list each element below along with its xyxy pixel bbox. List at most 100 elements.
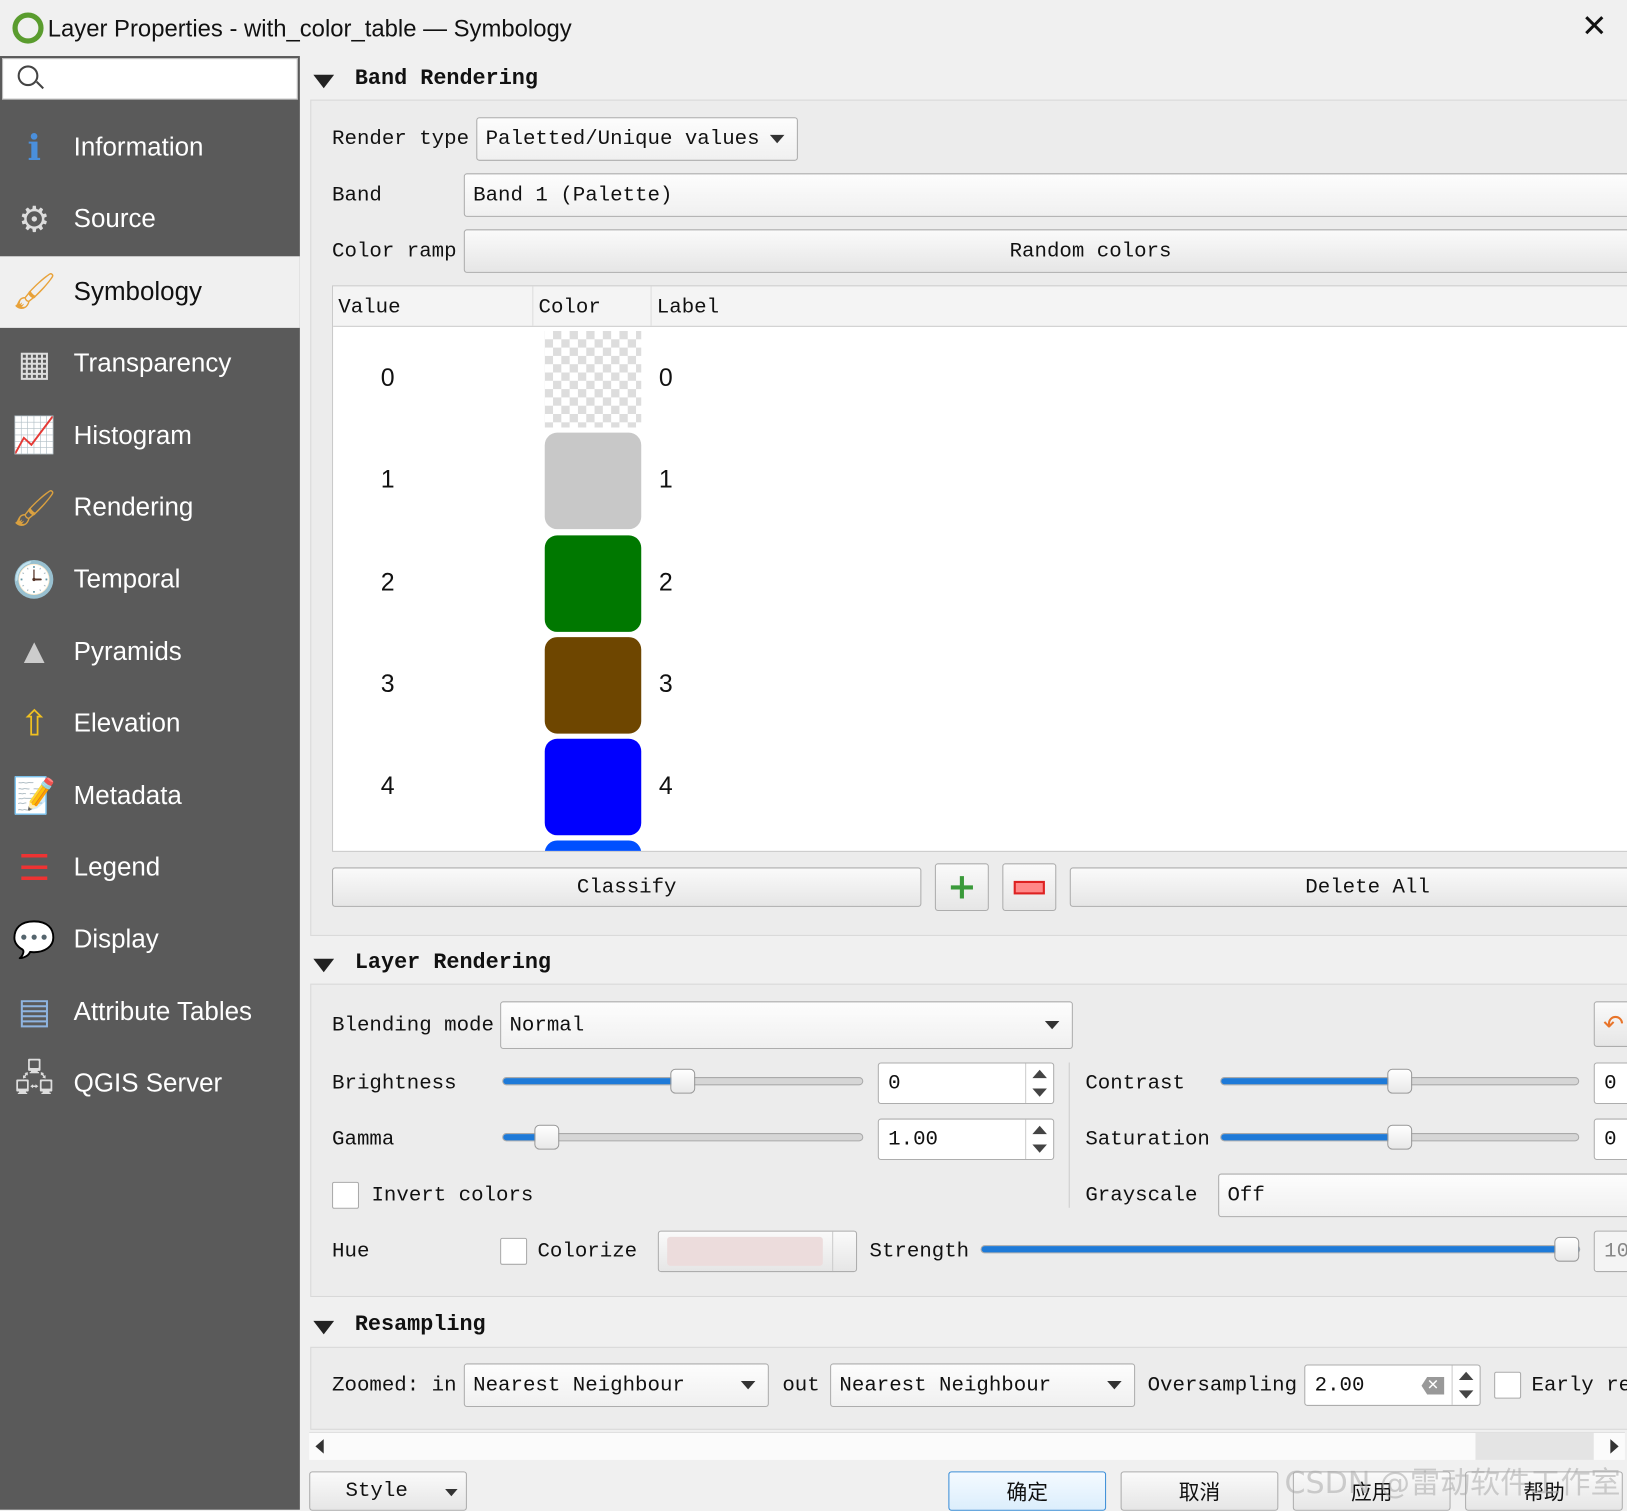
invert-colors-checkbox[interactable] xyxy=(332,1181,360,1209)
display-icon: 💬 xyxy=(12,920,57,960)
contrast-input[interactable]: 0 xyxy=(1593,1062,1627,1105)
sidebar-item-pyramids[interactable]: ▲ Pyramids xyxy=(0,616,300,688)
collapse-band-rendering-icon[interactable] xyxy=(313,74,335,89)
rendering-icon: 🖌 xyxy=(11,488,57,528)
oversampling-input[interactable]: 2.00 ✕ xyxy=(1304,1364,1481,1406)
sidebar-item-label: Information xyxy=(73,132,204,162)
classify-button[interactable]: Classify xyxy=(332,867,922,907)
zoomed-out-label: out xyxy=(782,1373,820,1398)
horizontal-scrollbar[interactable] xyxy=(309,1431,1625,1460)
cell-label[interactable]: 1 xyxy=(659,466,673,495)
cell-label[interactable]: 0 xyxy=(659,364,673,393)
cell-value[interactable]: 0 xyxy=(381,364,395,393)
cancel-button[interactable]: 取消 xyxy=(1120,1471,1279,1511)
early-resampling-label: Early re xyxy=(1531,1373,1627,1398)
search-input[interactable] xyxy=(2,58,298,100)
cell-label[interactable]: 3 xyxy=(659,670,673,699)
band-rendering-title: Band Rendering xyxy=(354,67,538,92)
sidebar-item-metadata[interactable]: 📝 Metadata xyxy=(0,760,300,832)
metadata-icon: 📝 xyxy=(12,776,57,816)
blending-mode-select[interactable]: Normal xyxy=(500,1001,1073,1050)
color-swatch[interactable] xyxy=(544,840,642,851)
minus-icon xyxy=(1013,880,1045,894)
sidebar-item-source[interactable]: ⚙ Source xyxy=(0,184,300,256)
table-icon: ▤ xyxy=(17,992,51,1032)
brightness-input[interactable]: 0 xyxy=(877,1062,1055,1105)
color-swatch[interactable] xyxy=(544,636,642,734)
zoomed-in-label: Zoomed: in xyxy=(332,1373,457,1398)
grayscale-select[interactable]: Off xyxy=(1218,1173,1627,1218)
contrast-slider[interactable] xyxy=(1220,1068,1580,1094)
sidebar-item-label: Elevation xyxy=(73,708,181,738)
close-icon[interactable]: ✕ xyxy=(1581,8,1607,44)
color-ramp-button[interactable]: Random colors xyxy=(463,229,1627,273)
oversampling-label: Oversampling xyxy=(1147,1373,1298,1398)
sidebar-item-rendering[interactable]: 🖌 Rendering xyxy=(0,472,300,544)
watermark: CSDN @雷动软件工作室 xyxy=(1284,1465,1621,1501)
color-swatch[interactable] xyxy=(544,738,642,836)
gamma-slider[interactable] xyxy=(502,1124,864,1150)
cell-label[interactable]: 4 xyxy=(659,772,673,801)
sidebar-item-attribute-tables[interactable]: ▤ Attribute Tables xyxy=(0,976,300,1048)
colorize-checkbox[interactable] xyxy=(500,1237,528,1265)
color-swatch[interactable] xyxy=(544,432,642,530)
invert-colors-label: Invert colors xyxy=(371,1183,534,1208)
grayscale-label: Grayscale xyxy=(1085,1183,1198,1208)
cell-value[interactable]: 1 xyxy=(381,466,395,495)
ok-button[interactable]: 确定 xyxy=(948,1471,1107,1511)
sidebar-item-label: Legend xyxy=(73,852,161,882)
sidebar-item-temporal[interactable]: 🕒 Temporal xyxy=(0,544,300,616)
strength-label: Strength xyxy=(869,1239,970,1264)
sidebar-item-transparency[interactable]: ▦ Transparency xyxy=(0,328,300,400)
color-swatch[interactable] xyxy=(544,534,642,632)
sidebar-item-label: Symbology xyxy=(73,276,202,306)
saturation-slider[interactable] xyxy=(1220,1124,1580,1150)
collapse-layer-rendering-icon[interactable] xyxy=(313,958,335,973)
sidebar-item-label: QGIS Server xyxy=(73,1068,223,1098)
render-type-select[interactable]: Paletted/Unique values xyxy=(476,117,798,161)
collapse-resampling-icon[interactable] xyxy=(313,1320,335,1335)
band-select[interactable]: Band 1 (Palette) xyxy=(463,173,1627,217)
sidebar-item-qgis-server[interactable]: 🖧 QGIS Server xyxy=(0,1048,300,1120)
colorize-color-button[interactable] xyxy=(657,1230,858,1273)
scrollbar-thumb[interactable] xyxy=(1475,1432,1594,1460)
early-resampling-checkbox[interactable] xyxy=(1494,1371,1522,1399)
saturation-label: Saturation xyxy=(1085,1127,1210,1152)
sidebar-item-symbology[interactable]: 🖌 Symbology xyxy=(0,256,300,328)
transparency-icon: ▦ xyxy=(17,344,51,384)
clear-icon[interactable]: ✕ xyxy=(1421,1376,1445,1395)
sidebar-item-legend[interactable]: ☰ Legend xyxy=(0,832,300,904)
sidebar-item-elevation[interactable]: ⇧ Elevation xyxy=(0,688,300,760)
colorize-label: Colorize xyxy=(537,1239,638,1264)
cell-value[interactable]: 2 xyxy=(381,568,395,597)
cell-label[interactable]: 2 xyxy=(659,568,673,597)
color-swatch[interactable] xyxy=(544,330,642,428)
sidebar-item-histogram[interactable]: 📈 Histogram xyxy=(0,400,300,472)
cell-value[interactable]: 3 xyxy=(381,670,395,699)
sidebar-item-label: Transparency xyxy=(73,348,232,378)
qgis-logo xyxy=(12,12,44,44)
sidebar-item-label: Histogram xyxy=(73,420,192,450)
delete-all-button[interactable]: Delete All xyxy=(1069,867,1627,907)
brightness-slider[interactable] xyxy=(502,1068,864,1094)
gamma-input[interactable]: 1.00 xyxy=(877,1118,1055,1161)
saturation-input[interactable]: 0 xyxy=(1593,1118,1627,1161)
strength-input[interactable]: 10 xyxy=(1593,1230,1627,1273)
zoomed-in-select[interactable]: Nearest Neighbour xyxy=(463,1363,769,1407)
sidebar-item-information[interactable]: ℹ Information xyxy=(0,112,300,184)
style-menu-button[interactable]: Style xyxy=(309,1471,467,1511)
zoomed-out-select[interactable]: Nearest Neighbour xyxy=(830,1363,1136,1407)
color-ramp-label: Color ramp xyxy=(332,239,457,264)
add-value-button[interactable]: + xyxy=(934,863,989,912)
server-icon: 🖧 xyxy=(14,1059,54,1100)
sidebar-item-label: Display xyxy=(73,924,159,954)
sidebar-item-label: Source xyxy=(73,204,156,234)
strength-slider[interactable] xyxy=(980,1236,1581,1262)
sidebar-item-display[interactable]: 💬 Display xyxy=(0,904,300,976)
sidebar-item-label: Pyramids xyxy=(73,636,182,666)
cell-value[interactable]: 4 xyxy=(381,772,395,801)
resampling-title: Resampling xyxy=(354,1313,486,1338)
reset-button[interactable]: ↶ xyxy=(1593,1001,1627,1047)
legend-icon: ☰ xyxy=(18,848,51,888)
remove-value-button[interactable] xyxy=(1002,863,1057,912)
